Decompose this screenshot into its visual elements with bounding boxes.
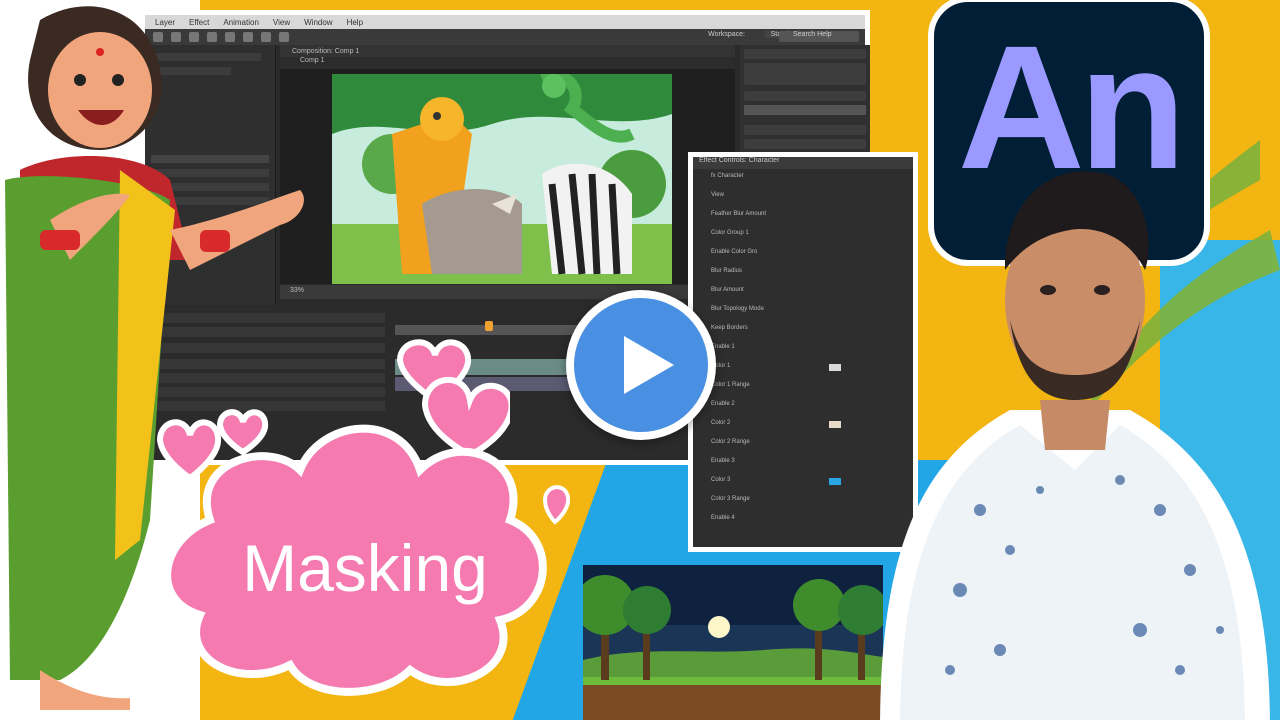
jungle-scene-image [332, 74, 672, 284]
effect-property-label: Keep Borders [711, 325, 748, 331]
effect-property-label: Blur Amount [711, 287, 744, 293]
play-button[interactable] [566, 290, 716, 440]
effect-property-label: Enable 4 [711, 515, 735, 521]
effect-property-label: Color 3 [711, 477, 731, 483]
color-swatch[interactable] [829, 421, 841, 428]
effect-property-label: Color 1 Range [711, 382, 750, 388]
panel-row [744, 49, 866, 59]
effect-property-label: Enable 2 [711, 401, 735, 407]
play-button-circle [574, 298, 708, 432]
panel-row [744, 125, 866, 135]
color-swatch[interactable] [829, 364, 841, 371]
composition-breadcrumb[interactable]: Comp 1 [280, 57, 735, 69]
night-forest-image [583, 565, 883, 720]
effect-property-label: Blur Radius [711, 268, 743, 274]
effect-property-label: Color 2 [711, 420, 731, 426]
effect-property-label: Enable 1 [711, 344, 735, 350]
play-icon [624, 336, 674, 394]
effect-property-label: Feather Blur Amount [711, 211, 767, 217]
panel-row [744, 91, 866, 101]
workspace-label: Workspace: [708, 31, 745, 38]
preview-controls[interactable] [744, 105, 866, 115]
composition-tab[interactable]: Composition: Comp 1 [280, 45, 735, 57]
menu-item-help[interactable]: Help [347, 18, 363, 27]
effect-property-label: Color Group 1 [711, 230, 749, 236]
search-help-input[interactable]: Search Help [779, 31, 859, 42]
effect-property-label: Blur Topology Mode [711, 306, 764, 312]
effect-property-label: fx Character [711, 173, 744, 179]
masking-sticker: Masking [150, 400, 570, 700]
effect-property-label: Enable Color Gro [711, 249, 758, 255]
presenter-photo [880, 171, 1270, 720]
color-swatch[interactable] [829, 478, 841, 485]
effect-property-label: Color 3 Range [711, 496, 750, 502]
effect-property-label: Color 2 Range [711, 439, 750, 445]
masking-title: Masking [242, 531, 488, 605]
panel-row [744, 139, 866, 149]
panel-row [744, 63, 866, 85]
info-panels [740, 45, 870, 165]
effect-property-label: View [711, 192, 724, 198]
effect-property-label: Enable 3 [711, 458, 735, 464]
